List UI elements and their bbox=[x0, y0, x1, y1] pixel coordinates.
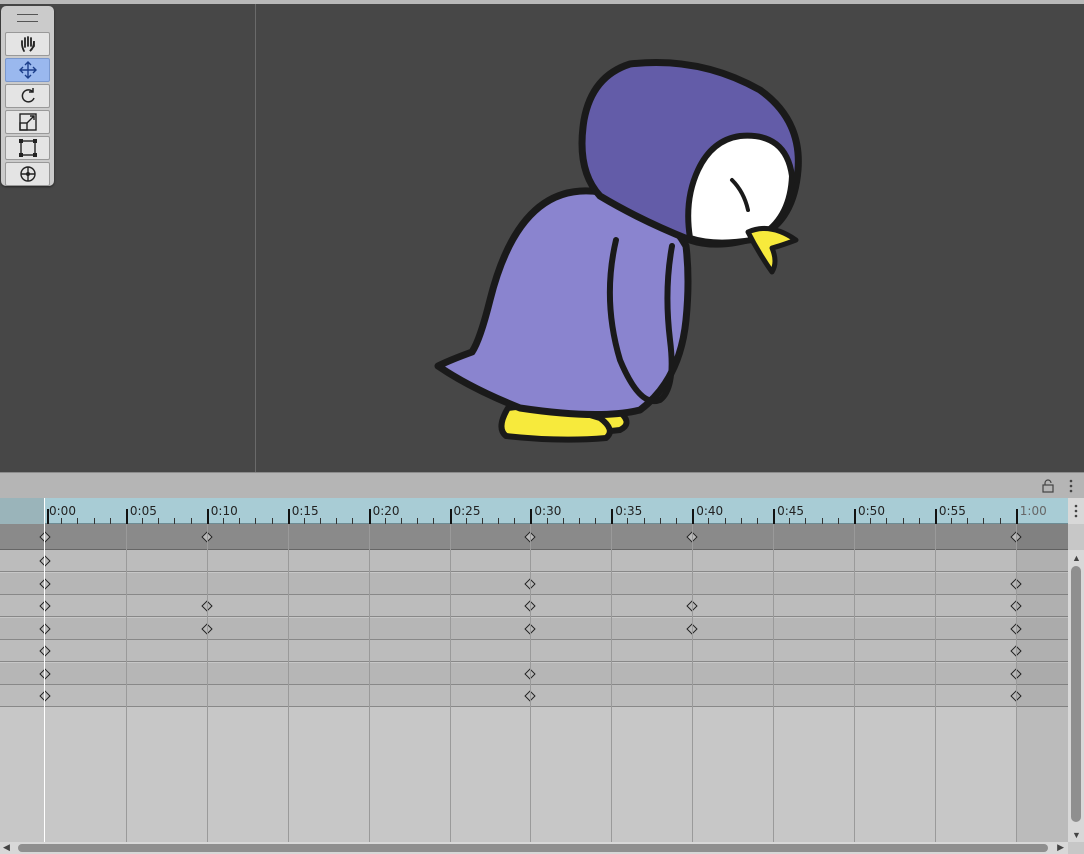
timeline-grid-line bbox=[773, 524, 775, 842]
timeline-grid-line bbox=[125, 524, 127, 842]
timeline-grid-line bbox=[611, 524, 613, 842]
hand-tool-button[interactable] bbox=[5, 32, 50, 56]
ruler-tick-label: 0:35 bbox=[615, 504, 643, 518]
horizontal-scroll-thumb[interactable] bbox=[18, 844, 1048, 852]
ruler-tick-major bbox=[611, 509, 614, 524]
ruler-menu-button[interactable] bbox=[1068, 498, 1084, 524]
rect-icon bbox=[18, 139, 37, 157]
property-track[interactable] bbox=[0, 617, 1068, 640]
summary-track[interactable] bbox=[0, 524, 1068, 550]
keyframe-diamond[interactable] bbox=[39, 645, 51, 657]
hand-icon bbox=[20, 36, 35, 52]
timeline-grid-line bbox=[692, 524, 694, 842]
keyframe-diamond[interactable] bbox=[39, 577, 51, 590]
property-track[interactable] bbox=[0, 640, 1068, 662]
animation-timeline[interactable]: 0:00 0:05 0:10 0:15 0:20 0:25 0:30 0:35 0:40 0:45… bbox=[0, 472, 1084, 854]
property-track[interactable] bbox=[0, 550, 1068, 572]
tool-palette bbox=[1, 6, 54, 186]
clip-end-shade bbox=[1016, 524, 1068, 842]
vertical-scroll-thumb[interactable] bbox=[1071, 566, 1081, 822]
scene-view[interactable] bbox=[0, 0, 1084, 472]
track-area[interactable] bbox=[0, 550, 1068, 840]
ruler-tick-major bbox=[449, 509, 452, 524]
keyframe-diamond[interactable] bbox=[39, 690, 51, 702]
scroll-down-icon[interactable]: ▼ bbox=[1072, 830, 1081, 840]
ruler-tick-label: 0:55 bbox=[938, 504, 966, 518]
keyframe-diamond[interactable] bbox=[39, 667, 51, 680]
rotate-tool-button[interactable] bbox=[5, 84, 50, 108]
ruler-tick-label: 0:40 bbox=[696, 504, 724, 518]
horizontal-scrollbar[interactable]: ◀ ▶ bbox=[0, 842, 1068, 854]
timeline-grid-line bbox=[530, 524, 532, 842]
timeline-grid-line bbox=[287, 524, 289, 842]
ruler-tick-label: 0:30 bbox=[534, 504, 562, 518]
ruler-tick-label: 0:15 bbox=[291, 504, 319, 518]
ruler-tick-label: 0:10 bbox=[210, 504, 238, 518]
ruler-tick-label: 0:50 bbox=[858, 504, 885, 518]
keyframe-diamond[interactable] bbox=[39, 555, 51, 567]
rotate-icon bbox=[21, 88, 35, 103]
scroll-left-icon[interactable]: ◀ bbox=[3, 842, 10, 853]
timeline-grid-line bbox=[368, 524, 370, 842]
ruler-tick-label: 0:05 bbox=[129, 504, 157, 518]
vertical-scrollbar[interactable]: ▲ ▼ bbox=[1068, 550, 1084, 842]
timeline-grid-line bbox=[206, 524, 208, 842]
kebab-menu-icon[interactable] bbox=[1068, 479, 1074, 493]
rect-tool-button[interactable] bbox=[5, 136, 50, 160]
property-track[interactable] bbox=[0, 572, 1068, 595]
ruler-tick-label: 0:45 bbox=[777, 504, 805, 518]
penguin-character[interactable] bbox=[0, 0, 1084, 472]
time-ruler[interactable]: 0:00 0:05 0:10 0:15 0:20 0:25 0:30 0:35 0:40 0:45… bbox=[0, 498, 1068, 524]
ruler-tick-major bbox=[368, 509, 371, 524]
timeline-grid-line bbox=[934, 524, 936, 842]
ruler-tick-label: 0:00 bbox=[49, 504, 76, 518]
move-tool-button[interactable] bbox=[5, 58, 50, 82]
ruler-tick-major bbox=[1015, 509, 1018, 524]
move-icon bbox=[18, 61, 37, 79]
keyframe-diamond[interactable] bbox=[39, 600, 51, 612]
ruler-tick-major bbox=[692, 509, 695, 524]
scroll-up-icon[interactable]: ▲ bbox=[1072, 553, 1081, 563]
scale-tool-button[interactable] bbox=[5, 110, 50, 134]
ruler-tick-major bbox=[773, 509, 776, 524]
penguin-beak bbox=[745, 225, 799, 275]
timeline-grid-line bbox=[854, 524, 855, 842]
timeline-header bbox=[0, 472, 1084, 498]
property-track[interactable] bbox=[0, 595, 1068, 617]
ruler-tick-label: 1:00 bbox=[1019, 504, 1047, 518]
keyframe-diamond[interactable] bbox=[39, 531, 51, 543]
ruler-tick-major bbox=[287, 509, 290, 524]
playhead-line[interactable] bbox=[44, 498, 45, 842]
property-track[interactable] bbox=[0, 662, 1068, 685]
scroll-right-icon[interactable]: ▶ bbox=[1057, 842, 1064, 853]
transform-tool-button[interactable] bbox=[5, 162, 50, 186]
ruler-tick-label: 0:25 bbox=[453, 504, 481, 518]
ruler-gutter bbox=[0, 498, 44, 524]
ruler-tick-major bbox=[530, 509, 533, 524]
scale-icon bbox=[18, 113, 37, 131]
ruler-tick-label: 0:20 bbox=[372, 504, 400, 518]
keyframe-diamond[interactable] bbox=[39, 622, 51, 635]
ruler-tick-major bbox=[125, 509, 128, 524]
property-track[interactable] bbox=[0, 685, 1068, 707]
kebab-menu-icon bbox=[1074, 504, 1078, 518]
transform-icon bbox=[19, 166, 36, 182]
ruler-tick-major bbox=[854, 509, 856, 524]
lock-icon[interactable] bbox=[1042, 479, 1054, 493]
ruler-tick-major bbox=[206, 509, 209, 524]
timeline-grid-line bbox=[449, 524, 451, 842]
ruler-tick-major bbox=[934, 509, 937, 524]
timeline-grid-line bbox=[1015, 524, 1017, 842]
drag-grip-icon[interactable] bbox=[17, 14, 38, 22]
